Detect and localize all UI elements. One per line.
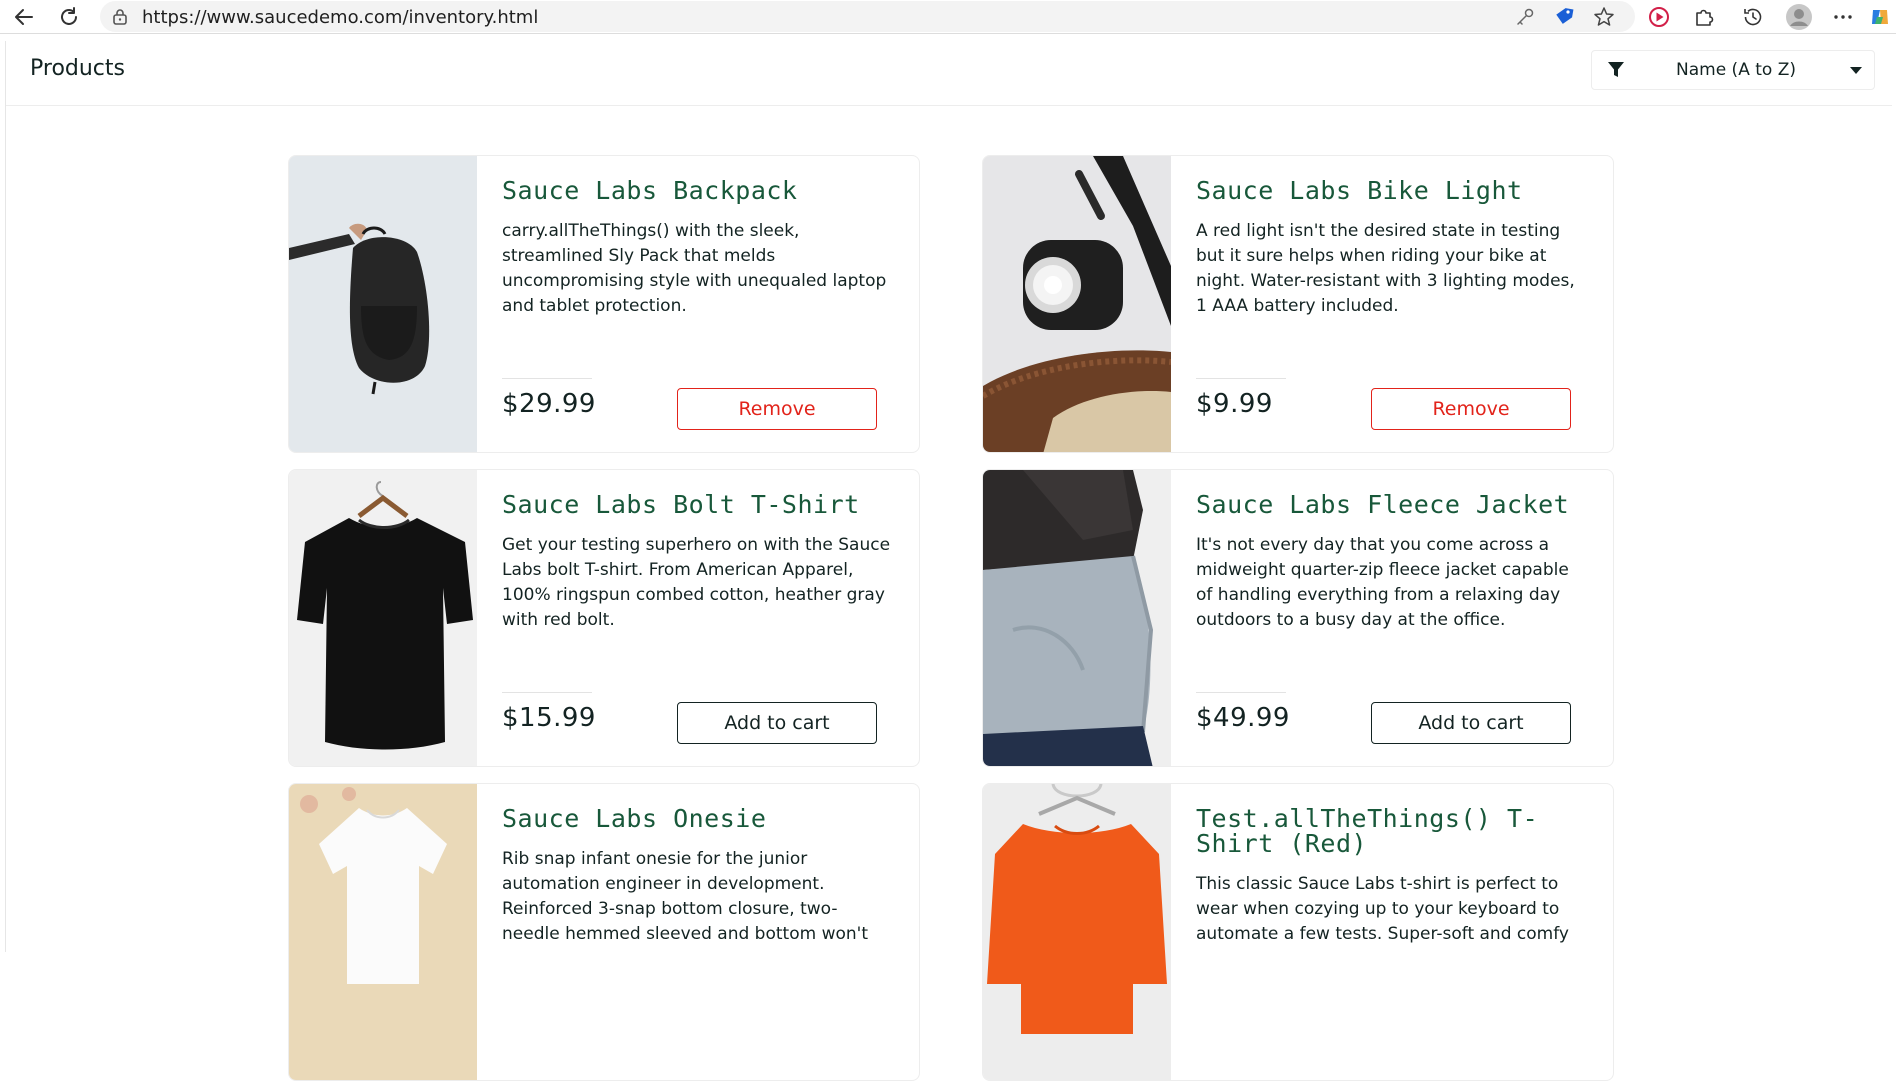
remove-button[interactable]: Remove xyxy=(677,388,877,430)
refresh-button[interactable] xyxy=(56,4,82,30)
product-name[interactable]: Sauce Labs Fleece Jacket xyxy=(1196,492,1586,517)
product-description: carry.allTheThings() with the sleek, str… xyxy=(502,221,887,316)
profile-avatar-icon[interactable] xyxy=(1785,3,1813,31)
product-image-backpack[interactable] xyxy=(289,156,477,452)
more-options-icon[interactable] xyxy=(1831,5,1855,29)
url-text: https://www.saucedemo.com/inventory.html xyxy=(142,7,539,28)
product-name[interactable]: Sauce Labs Onesie xyxy=(502,806,892,831)
product-description: This classic Sauce Labs t-shirt is perfe… xyxy=(1196,874,1569,944)
product-name[interactable]: Sauce Labs Bike Light xyxy=(1196,178,1586,203)
sort-selected-value: Name (A to Z) xyxy=(1676,60,1796,80)
product-name[interactable]: Sauce Labs Backpack xyxy=(502,178,892,203)
price-tag-extension-icon[interactable] xyxy=(1552,5,1576,29)
inventory-item: Sauce Labs Bolt T-Shirt Get your testing… xyxy=(288,469,920,767)
product-price: $9.99 xyxy=(1196,389,1273,419)
sort-select[interactable]: Name (A to Z) xyxy=(1591,50,1875,90)
product-description: It's not every day that you come across … xyxy=(1196,535,1569,630)
product-image-bike-light[interactable] xyxy=(983,156,1171,452)
inventory-item: Sauce Labs Backpack carry.allTheThings()… xyxy=(288,155,920,453)
product-price: $29.99 xyxy=(502,389,596,419)
product-image-onesie[interactable] xyxy=(289,784,477,1080)
inventory-item: Sauce Labs Onesie Rib snap infant onesie… xyxy=(288,783,920,1081)
inventory-item: Test.allTheThings() T-Shirt (Red) This c… xyxy=(982,783,1614,1081)
product-price: $15.99 xyxy=(502,703,596,733)
price-divider xyxy=(502,378,592,379)
favorite-star-icon[interactable] xyxy=(1592,5,1616,29)
inventory-item: Sauce Labs Fleece Jacket It's not every … xyxy=(982,469,1614,767)
copilot-icon[interactable] xyxy=(1868,5,1892,29)
chevron-down-icon xyxy=(1850,67,1862,74)
product-description: Rib snap infant onesie for the junior au… xyxy=(502,849,868,944)
product-description: A red light isn't the desired state in t… xyxy=(1196,221,1575,316)
history-icon[interactable] xyxy=(1741,5,1765,29)
inventory-page: Products Name (A to Z) Sauce Labs Backpa… xyxy=(5,41,1896,1081)
site-info-icon[interactable] xyxy=(112,8,128,30)
address-bar[interactable]: https://www.saucedemo.com/inventory.html xyxy=(100,1,1635,32)
product-image-red-tshirt[interactable] xyxy=(983,784,1171,1080)
extensions-puzzle-icon[interactable] xyxy=(1692,5,1716,29)
product-image-fleece-jacket[interactable] xyxy=(983,470,1171,766)
product-name[interactable]: Test.allTheThings() T-Shirt (Red) xyxy=(1196,806,1586,856)
back-arrow-icon xyxy=(15,9,33,25)
product-image-bolt-tshirt[interactable] xyxy=(289,470,477,766)
secondary-header: Products Name (A to Z) xyxy=(6,41,1892,106)
price-divider xyxy=(1196,692,1286,693)
refresh-icon xyxy=(61,7,77,25)
page-title: Products xyxy=(30,56,125,81)
price-divider xyxy=(502,692,592,693)
price-divider xyxy=(1196,378,1286,379)
password-key-icon[interactable] xyxy=(1513,5,1537,29)
product-price: $49.99 xyxy=(1196,703,1290,733)
product-description: Get your testing superhero on with the S… xyxy=(502,535,891,630)
inventory-item: Sauce Labs Bike Light A red light isn't … xyxy=(982,155,1614,453)
add-to-cart-button[interactable]: Add to cart xyxy=(1371,702,1571,744)
record-extension-icon[interactable] xyxy=(1647,5,1671,29)
add-to-cart-button[interactable]: Add to cart xyxy=(677,702,877,744)
back-button[interactable] xyxy=(11,4,37,30)
browser-toolbar: https://www.saucedemo.com/inventory.html xyxy=(0,0,1896,34)
remove-button[interactable]: Remove xyxy=(1371,388,1571,430)
product-name[interactable]: Sauce Labs Bolt T-Shirt xyxy=(502,492,892,517)
filter-icon xyxy=(1607,61,1625,83)
